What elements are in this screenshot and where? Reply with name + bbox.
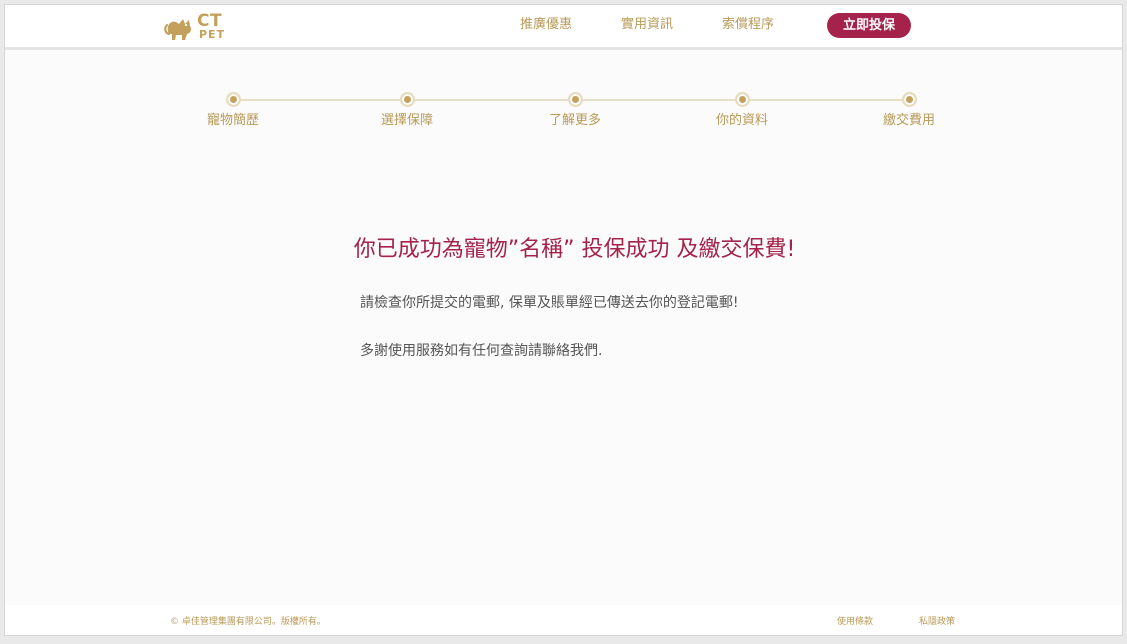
thank-you-text: 多謝使用服務如有任何查詢請聯絡我們. xyxy=(360,343,603,359)
page-frame: CT PET 推廣優惠 實用資訊 索償程序 立即投保 寵物簡歷 選擇保障 了解更… xyxy=(4,4,1123,636)
site-footer: © 卓佳管理集團有限公司。版權所有。 使用條款 私隱政策 xyxy=(5,605,1122,635)
step-dot-icon xyxy=(225,92,241,107)
step-dot-icon xyxy=(901,92,917,107)
step-label: 選擇保障 xyxy=(380,113,433,128)
step-choose-coverage[interactable]: 選擇保障 xyxy=(347,92,467,129)
step-label: 寵物簡歷 xyxy=(206,113,259,128)
step-label: 你的資料 xyxy=(715,113,768,128)
step-dot-icon xyxy=(734,92,750,107)
step-payment[interactable]: 繳交費用 xyxy=(849,92,969,129)
progress-stepper: 寵物簡歷 選擇保障 了解更多 你的資料 繳交費用 xyxy=(5,87,1122,147)
nav-useful-info[interactable]: 實用資訊 xyxy=(621,17,673,33)
step-pet-profile[interactable]: 寵物簡歷 xyxy=(173,92,293,129)
cat-logo-icon xyxy=(164,19,191,40)
step-label: 了解更多 xyxy=(548,113,601,128)
success-title: 你已成功為寵物”名稱” 投保成功 及繳交保費! xyxy=(353,237,796,262)
email-notice-text: 請檢查你所提交的電郵, 保單及賬單經已傳送去你的登記電郵! xyxy=(360,295,739,311)
nav-claims-procedure[interactable]: 索償程序 xyxy=(722,17,774,33)
site-header: CT PET 推廣優惠 實用資訊 索償程序 立即投保 xyxy=(5,5,1122,50)
terms-of-use-link[interactable]: 使用條款 xyxy=(837,616,873,628)
apply-now-button[interactable]: 立即投保 xyxy=(827,13,911,38)
step-learn-more[interactable]: 了解更多 xyxy=(515,92,635,129)
logo-text-pet: PET xyxy=(199,28,226,41)
step-label: 繳交費用 xyxy=(882,113,935,128)
brand-logo[interactable]: CT PET xyxy=(163,10,233,44)
copyright-text: © 卓佳管理集團有限公司。版權所有。 xyxy=(170,617,326,627)
nav-promotions[interactable]: 推廣優惠 xyxy=(520,17,572,33)
privacy-policy-link[interactable]: 私隱政策 xyxy=(919,616,955,628)
step-your-details[interactable]: 你的資料 xyxy=(682,92,802,129)
step-dot-icon xyxy=(567,92,583,107)
step-dot-icon xyxy=(399,92,415,107)
